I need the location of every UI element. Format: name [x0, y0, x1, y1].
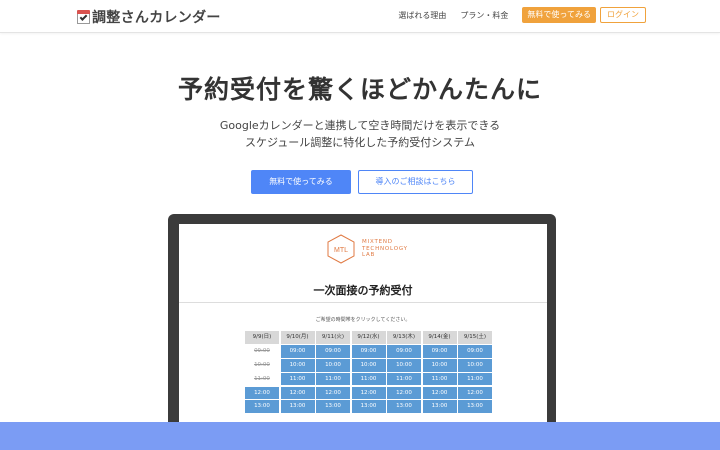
logo-text: 調整さんカレンダー: [92, 10, 221, 26]
day-header: 9/9(日): [245, 331, 279, 344]
time-slot-unavailable: 09:00: [245, 345, 279, 358]
time-slot-unavailable: 11:00: [245, 372, 279, 386]
time-slot-grid: 9/9(日) 9/10(月) 9/11(火) 9/12(水) 9/13(木) 9/14(金…: [245, 331, 494, 413]
time-slot[interactable]: 13:00: [422, 400, 457, 413]
header-nav: 選ばれる理由 プラン・料金 無料で使ってみる ログイン: [398, 7, 646, 23]
day-header: 9/14(金): [422, 331, 457, 344]
time-slot[interactable]: 10:00: [280, 359, 315, 372]
header-free-trial-button[interactable]: 無料で使ってみる: [522, 7, 596, 23]
time-slot[interactable]: 09:00: [280, 345, 315, 358]
time-slot[interactable]: 09:00: [351, 345, 386, 358]
logo[interactable]: 調整さんカレンダー: [77, 7, 221, 27]
consultation-button[interactable]: 導入のご相談はこちら: [358, 170, 473, 194]
time-slot[interactable]: 13:00: [280, 400, 315, 413]
nav-link-reasons[interactable]: 選ばれる理由: [398, 10, 446, 21]
time-slot-row: 13:00 13:00 13:00 13:00 13:00 13:00 13:00: [245, 400, 494, 413]
hero-subtitle-line2: スケジュール調整に特化した予約受付システム: [245, 136, 475, 149]
time-slot-row: 10:00 10:00 10:00 10:00 10:00 10:00 10:00: [245, 359, 494, 372]
time-slot[interactable]: 12:00: [458, 386, 492, 400]
time-slot[interactable]: 12:00: [387, 386, 421, 400]
time-slot-row: 11:00 11:00 11:00 11:00 11:00 11:00 11:00: [245, 372, 494, 386]
bottom-banner: [0, 422, 720, 450]
time-slot[interactable]: 13:00: [316, 400, 350, 413]
divider: [179, 302, 547, 303]
mtl-mark: MTL: [334, 247, 348, 254]
day-header: 9/10(月): [280, 331, 315, 344]
time-slot[interactable]: 12:00: [245, 386, 279, 400]
day-header: 9/12(水): [351, 331, 386, 344]
mtl-line: LAB: [362, 252, 376, 259]
laptop-screen-preview: MTL MIXTEND TECHNOLOGY LAB 一次面接の予約受付 ご希望…: [179, 224, 547, 450]
hero-subtitle: Googleカレンダーと連携して空き時間だけを表示できる スケジュール調整に特化…: [0, 117, 720, 151]
time-slot[interactable]: 12:00: [280, 386, 315, 400]
time-slot[interactable]: 09:00: [387, 345, 421, 358]
time-slot[interactable]: 10:00: [316, 359, 350, 372]
time-slot[interactable]: 11:00: [458, 372, 492, 386]
time-slot[interactable]: 10:00: [351, 359, 386, 372]
login-button[interactable]: ログイン: [600, 7, 646, 23]
preview-prompt: ご希望の時間帯をクリックしてください。: [315, 317, 411, 323]
time-slot-row: 09:00 09:00 09:00 09:00 09:00 09:00 09:00: [245, 345, 494, 358]
hero-free-trial-button[interactable]: 無料で使ってみる: [251, 170, 351, 194]
hero-subtitle-line1: Googleカレンダーと連携して空き時間だけを表示できる: [219, 119, 501, 132]
time-slot[interactable]: 10:00: [422, 359, 457, 372]
time-slot[interactable]: 10:00: [387, 359, 421, 372]
day-header: 9/15(土): [458, 331, 492, 344]
mtl-logo: MTL MIXTEND TECHNOLOGY LAB: [326, 234, 408, 264]
day-header: 9/13(木): [387, 331, 421, 344]
time-slot[interactable]: 11:00: [280, 372, 315, 386]
cta-row: 無料で使ってみる 導入のご相談はこちら: [251, 170, 473, 194]
time-slot[interactable]: 11:00: [316, 372, 350, 386]
site-header: 調整さんカレンダー 選ばれる理由 プラン・料金 無料で使ってみる ログイン: [0, 0, 720, 33]
time-slot[interactable]: 12:00: [351, 386, 386, 400]
time-slot-row: 12:00 12:00 12:00 12:00 12:00 12:00 12:00: [245, 386, 494, 400]
time-slot[interactable]: 12:00: [316, 386, 350, 400]
day-header: 9/11(火): [316, 331, 350, 344]
time-slot[interactable]: 09:00: [458, 345, 492, 358]
time-slot[interactable]: 11:00: [351, 372, 386, 386]
time-slot[interactable]: 13:00: [245, 400, 279, 413]
hexagon-logo-icon: MTL: [326, 234, 356, 264]
time-slot[interactable]: 13:00: [458, 400, 492, 413]
nav-link-pricing[interactable]: プラン・料金: [460, 10, 508, 21]
time-slot[interactable]: 11:00: [387, 372, 421, 386]
hero-title: 予約受付を驚くほどかんたんに: [177, 75, 542, 104]
time-slot[interactable]: 09:00: [316, 345, 350, 358]
time-slot[interactable]: 09:00: [422, 345, 457, 358]
time-slot[interactable]: 12:00: [422, 386, 457, 400]
time-slot[interactable]: 10:00: [458, 359, 492, 372]
time-slot-unavailable: 10:00: [245, 359, 279, 372]
day-header-row: 9/9(日) 9/10(月) 9/11(火) 9/12(水) 9/13(木) 9/14(金…: [245, 331, 494, 344]
time-slot[interactable]: 11:00: [422, 372, 457, 386]
time-slot[interactable]: 13:00: [387, 400, 421, 413]
preview-title: 一次面接の予約受付: [313, 284, 413, 297]
mtl-wordmark: MIXTEND TECHNOLOGY LAB: [362, 239, 408, 259]
calendar-icon: [77, 10, 90, 24]
time-slot[interactable]: 13:00: [351, 400, 386, 413]
